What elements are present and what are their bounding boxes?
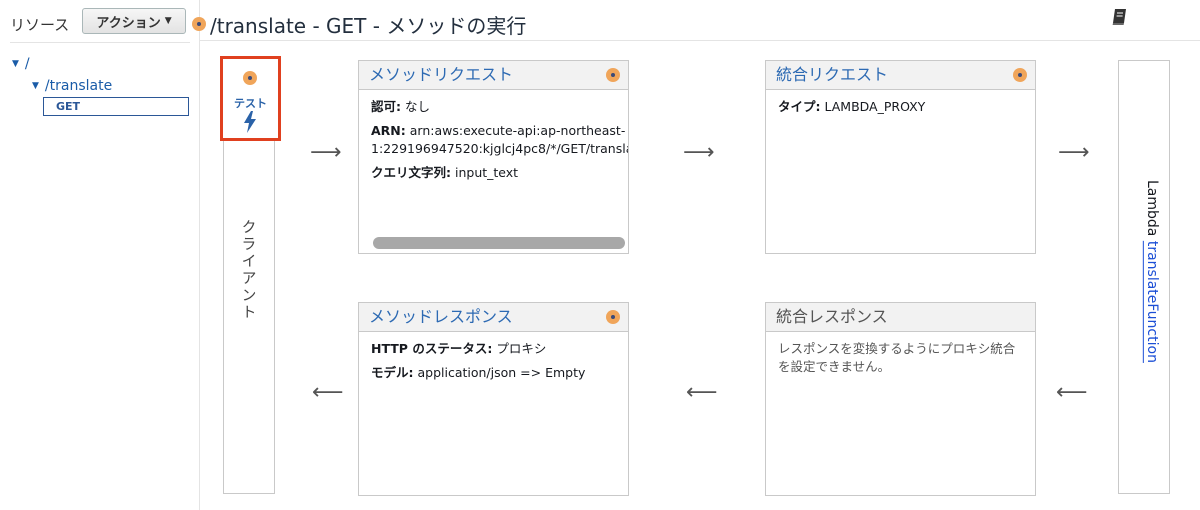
tree-item-root[interactable]: ▼ / <box>12 56 30 72</box>
header-divider <box>200 40 1200 41</box>
arrow-left-icon: ⟵ <box>1056 380 1088 405</box>
integration-response-message-line1: レスポンスを変換するようにプロキシ統合 <box>778 341 1016 356</box>
method-response-status-icon <box>606 310 620 324</box>
method-response-box: メソッドレスポンス HTTP のステータス: プロキシ モデル: applica… <box>358 302 629 496</box>
test-label: テスト <box>234 97 267 110</box>
expand-triangle-icon[interactable]: ▼ <box>32 81 39 91</box>
integration-response-message-line2: を設定できません。 <box>778 359 891 374</box>
model-label: モデル: <box>371 365 414 380</box>
method-request-status-icon <box>606 68 620 82</box>
arrow-right-icon: ⟶ <box>1058 140 1090 165</box>
method-status-icon <box>192 17 206 31</box>
horizontal-scrollbar[interactable] <box>373 237 625 249</box>
sidebar-divider <box>10 42 190 43</box>
tree-item-label: / <box>24 56 30 72</box>
expand-triangle-icon[interactable]: ▼ <box>12 59 19 69</box>
arn-value-line2: 1:229196947520:kjglcj4pc8/*/GET/translat… <box>371 141 629 156</box>
lambda-label: Lambda translateFunction <box>1128 180 1160 380</box>
caret-down-icon: ▼ <box>164 16 172 26</box>
arrow-left-icon: ⟵ <box>686 380 718 405</box>
arn-label: ARN: <box>371 123 406 138</box>
arrow-right-icon: ⟶ <box>310 140 342 165</box>
tree-item-label: /translate <box>44 78 113 94</box>
model-value: application/json => Empty <box>417 365 586 380</box>
integration-request-status-icon <box>1013 68 1027 82</box>
lambda-function-link[interactable]: translateFunction <box>1144 241 1160 363</box>
method-response-title[interactable]: メソッドレスポンス <box>369 307 513 326</box>
type-label: タイプ: <box>778 99 821 114</box>
book-icon[interactable] <box>1112 8 1128 26</box>
integration-response-title: 統合レスポンス <box>776 307 888 326</box>
page-title: /translate - GET - メソッドの実行 <box>210 14 527 38</box>
lightning-bolt-icon <box>244 111 256 133</box>
arn-value-line1: arn:aws:execute-api:ap-northeast- <box>409 123 626 138</box>
method-request-title[interactable]: メソッドリクエスト <box>369 65 513 84</box>
integration-request-header[interactable]: 統合リクエスト <box>766 61 1035 90</box>
actions-button[interactable]: アクション ▼ <box>82 8 186 34</box>
integration-response-header: 統合レスポンス <box>766 303 1035 332</box>
method-request-box: メソッドリクエスト 認可: なし ARN: arn:aws:execute-ap… <box>358 60 629 254</box>
auth-value: なし <box>404 99 430 114</box>
arrow-right-icon: ⟶ <box>683 140 715 165</box>
integration-request-box: 統合リクエスト タイプ: LAMBDA_PROXY <box>765 60 1036 254</box>
integration-request-title[interactable]: 統合リクエスト <box>776 65 888 84</box>
client-label: クライアント <box>239 219 258 321</box>
tree-item-get[interactable]: GET <box>43 97 189 116</box>
auth-label: 認可: <box>371 99 401 114</box>
method-request-header[interactable]: メソッドリクエスト <box>359 61 628 90</box>
query-value: input_text <box>454 165 519 180</box>
test-status-icon <box>243 71 257 85</box>
resources-label: リソース <box>10 16 70 34</box>
query-label: クエリ文字列: <box>371 165 451 180</box>
actions-button-label: アクション <box>96 15 161 31</box>
test-button[interactable]: テスト <box>220 56 281 141</box>
panel-divider <box>199 0 200 510</box>
type-value: LAMBDA_PROXY <box>824 99 926 114</box>
lambda-prefix: Lambda <box>1144 180 1160 237</box>
integration-response-box: 統合レスポンス レスポンスを変換するようにプロキシ統合 を設定できません。 <box>765 302 1036 496</box>
arrow-left-icon: ⟵ <box>312 380 344 405</box>
http-status-value: プロキシ <box>496 341 547 356</box>
http-status-label: HTTP のステータス: <box>371 341 493 356</box>
tree-item-translate[interactable]: ▼ /translate <box>32 78 112 94</box>
method-response-header[interactable]: メソッドレスポンス <box>359 303 628 332</box>
